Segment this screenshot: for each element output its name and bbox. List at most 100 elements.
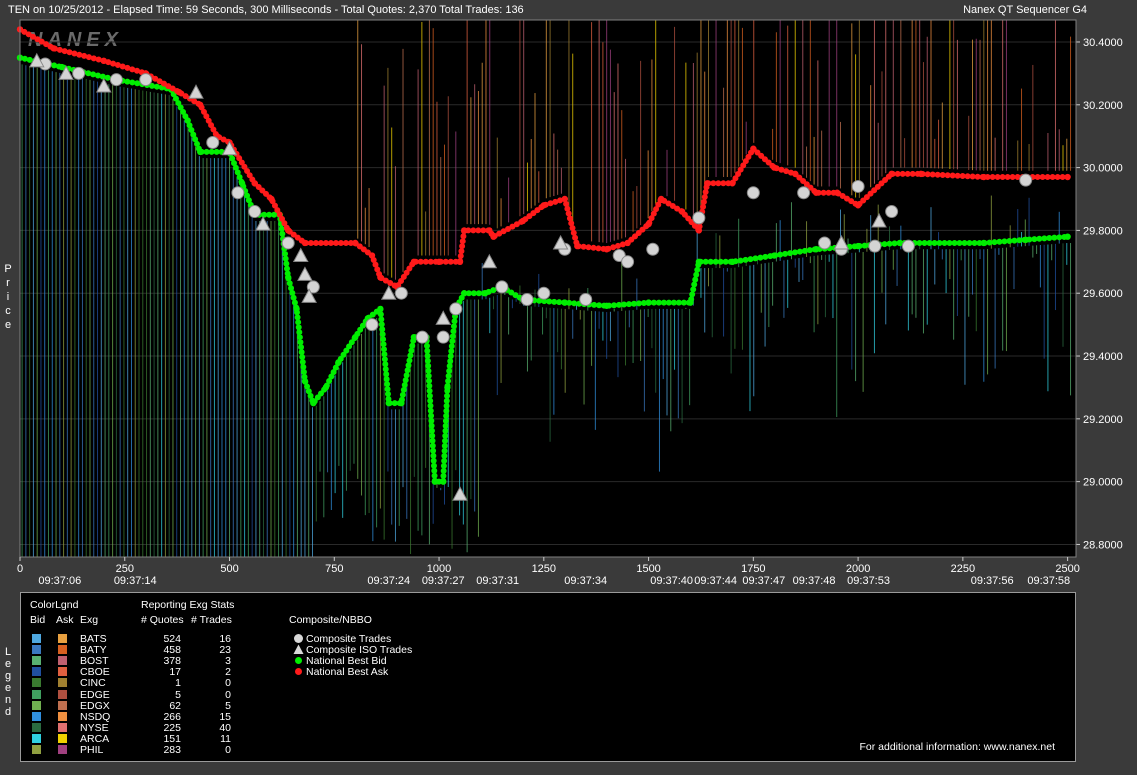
series-point <box>238 180 246 187</box>
series-point <box>100 57 108 65</box>
series-point <box>352 333 359 341</box>
series-point <box>251 180 258 187</box>
time-label: 09:37:47 <box>742 575 785 587</box>
x-tick-label: 500 <box>220 563 238 575</box>
trade-marker <box>885 205 899 219</box>
series-point <box>695 227 703 234</box>
ask-color-swatch <box>58 700 67 710</box>
quote-count: 283 <box>163 744 181 756</box>
legend-row-edgx: EDGX 62 5 <box>21 700 281 712</box>
price-axis-title: Price <box>4 263 12 331</box>
time-label: 09:37:31 <box>476 575 519 587</box>
series-point <box>657 195 665 203</box>
series-point <box>854 202 862 209</box>
series-point <box>980 173 988 181</box>
series-point <box>854 242 862 250</box>
y-tick-label: 29.2000 <box>1083 414 1123 426</box>
trade-marker <box>797 186 811 200</box>
series-point <box>771 252 778 259</box>
series-point <box>310 399 317 407</box>
trade-marker <box>579 292 593 306</box>
time-label: 09:37:48 <box>793 575 836 587</box>
legend-row-baty: BATY 458 23 <box>21 644 281 656</box>
series-point <box>729 258 736 266</box>
x-tick-label: 250 <box>116 563 134 575</box>
series-point <box>284 227 292 234</box>
y-tick-label: 29.0000 <box>1083 477 1123 489</box>
trade-marker <box>537 286 551 300</box>
legend-row-cboe: CBOE 17 2 <box>21 666 281 678</box>
x-tick-label: 1500 <box>636 563 660 575</box>
bid-color-swatch <box>32 689 41 699</box>
trade-marker <box>248 205 262 219</box>
series-point <box>603 302 610 309</box>
series-point <box>435 258 443 266</box>
y-tick-label: 29.6000 <box>1083 288 1123 300</box>
series-point <box>481 290 489 297</box>
ask-color-swatch <box>58 711 67 721</box>
trade-marker <box>415 330 429 344</box>
legend-col-bid: Bid <box>30 614 46 626</box>
series-point <box>268 195 275 203</box>
series-point <box>176 89 183 96</box>
price-chart: NANEX 30.400030.200030.000029.800029.6000… <box>16 19 1123 587</box>
y-tick-label: 30.2000 <box>1083 100 1123 112</box>
bid-color-swatch <box>32 678 41 688</box>
time-label: 09:37:44 <box>694 575 737 587</box>
x-tick-label: 2500 <box>1055 563 1079 575</box>
series-point <box>603 246 610 253</box>
series-point <box>377 274 384 281</box>
y-tick-label: 28.8000 <box>1083 539 1123 551</box>
trade-legend-icon <box>294 634 303 643</box>
session-info: TEN on 10/25/2012 - Elapsed Time: 59 Sec… <box>8 4 524 16</box>
time-label: 09:37:34 <box>564 575 607 587</box>
legend-col-trades: # Trades <box>191 614 232 626</box>
trade-marker <box>449 302 463 316</box>
series-point <box>980 239 988 247</box>
nbbo-legend-dot <box>295 657 302 664</box>
bid-color-swatch <box>32 711 41 721</box>
composite-legend-label: National Best Ask <box>306 666 389 678</box>
legend-col-exg: Exg <box>80 614 99 626</box>
time-label: 09:37:24 <box>367 575 410 587</box>
ask-color-swatch <box>58 656 67 666</box>
series-point <box>460 227 468 234</box>
ask-color-swatch <box>58 722 67 732</box>
legend-row-arca: ARCA 151 11 <box>21 733 281 745</box>
trade-marker <box>231 186 245 200</box>
trade-marker <box>109 73 123 87</box>
legend-row-cinc: CINC 1 0 <box>21 677 281 689</box>
trade-marker <box>206 135 220 149</box>
series-point <box>561 299 568 306</box>
trade-count: 0 <box>225 744 231 756</box>
series-point <box>1064 173 1071 181</box>
series-point <box>812 246 820 253</box>
series-point <box>440 478 447 485</box>
series-point <box>486 227 493 234</box>
series-point <box>196 101 204 108</box>
title-bar: TEN on 10/25/2012 - Elapsed Time: 59 Sec… <box>0 0 1137 20</box>
series-point <box>184 117 191 124</box>
x-tick-label: 2250 <box>951 563 975 575</box>
y-tick-label: 29.8000 <box>1083 225 1123 237</box>
trade-marker <box>1019 173 1033 187</box>
trade-marker <box>851 179 865 193</box>
series-point <box>196 148 204 156</box>
legend-title-color: ColorLgnd <box>30 599 79 611</box>
trade-marker <box>746 186 760 200</box>
x-tick-label: 1000 <box>427 563 451 575</box>
series-point <box>444 384 451 391</box>
legend-row-phil: PHIL 283 0 <box>21 744 281 756</box>
trade-marker <box>621 255 635 269</box>
legend-row-edge: EDGE 5 0 <box>21 689 281 701</box>
y-tick-label: 30.0000 <box>1083 163 1123 175</box>
series-point <box>812 189 820 196</box>
bid-color-swatch <box>32 656 41 666</box>
app-title: Nanex QT Sequencer G4 <box>963 4 1087 16</box>
bid-color-swatch <box>32 745 41 754</box>
series-point <box>293 305 300 313</box>
trade-marker <box>281 236 295 250</box>
bid-color-swatch <box>32 722 41 732</box>
series-point <box>917 170 925 178</box>
series-point <box>645 220 652 228</box>
